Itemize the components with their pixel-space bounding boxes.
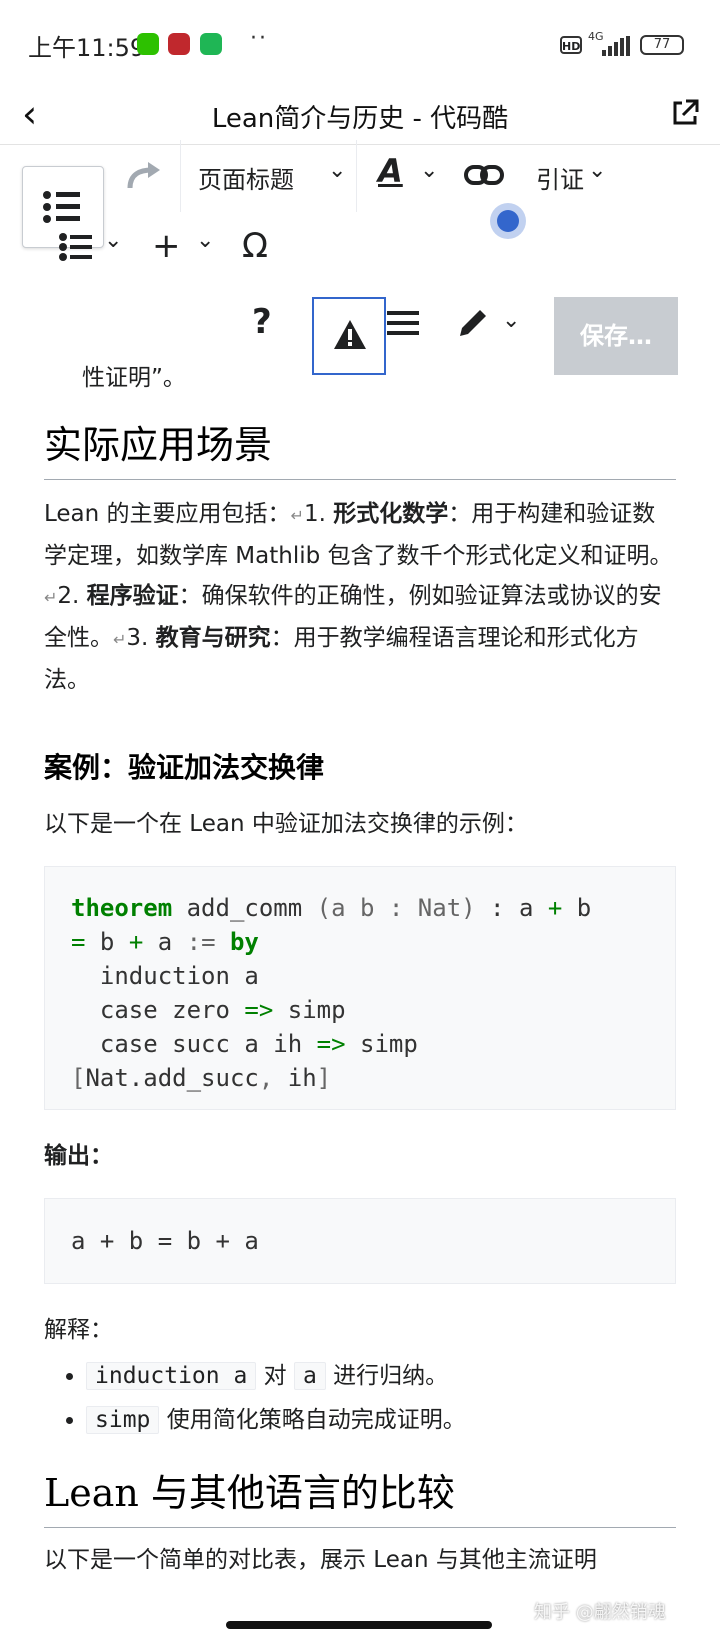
inline-code: induction a — [86, 1362, 257, 1390]
section-heading: Lean 与其他语言的比较 — [44, 1462, 676, 1528]
inline-code: simp — [86, 1406, 160, 1434]
code-operator: := — [186, 928, 216, 956]
code-keyword: by — [229, 928, 259, 956]
code-operator: => — [244, 996, 274, 1024]
status-bar: 上午11:59 ·· HD 4G 77 — [0, 0, 720, 88]
edit-icon[interactable] — [456, 306, 490, 340]
code-text: b — [562, 894, 592, 922]
special-char-icon[interactable]: Ω — [242, 226, 268, 266]
code-text: b — [85, 928, 129, 956]
insert-icon[interactable]: + — [152, 226, 181, 266]
apps-intro: Lean 的主要应用包括： — [44, 501, 291, 527]
explain-label: 解释： — [44, 1317, 113, 1343]
code-text: , — [258, 1064, 288, 1092]
text-style-icon[interactable]: A — [378, 152, 403, 190]
chevron-down-icon[interactable]: ⌄ — [502, 308, 520, 333]
chevron-down-icon[interactable]: ⌄ — [328, 158, 346, 183]
code-operator: + — [128, 928, 144, 956]
more-notifications-icon: ·· — [250, 26, 268, 51]
code-text: case succ a ih — [71, 1030, 317, 1058]
menu-icon[interactable] — [386, 308, 420, 338]
paragraph: Lean 的主要应用包括：↵1. 形式化数学：用于构建和验证数学定理，如数学库 … — [44, 494, 676, 700]
line-break-icon: ↵ — [113, 630, 127, 649]
code-text: add_comm — [172, 894, 317, 922]
external-link-icon[interactable] — [670, 98, 700, 128]
chevron-down-icon[interactable]: ⌄ — [588, 158, 606, 183]
code-text: ] — [316, 1064, 332, 1092]
redo-icon[interactable] — [126, 160, 164, 190]
subsection-heading: 案例：验证加法交换律 — [44, 751, 325, 784]
output-code-block: a + b = b + a — [44, 1198, 676, 1284]
list-item-text: 使用简化策略自动完成证明。 — [166, 1407, 466, 1433]
inline-code: a — [293, 1362, 326, 1390]
output-label: 输出： — [44, 1143, 113, 1169]
chevron-down-icon[interactable]: ⌄ — [196, 228, 214, 253]
toolbar-separator — [180, 140, 181, 212]
list-icon[interactable] — [58, 232, 94, 262]
code-text: simp — [273, 996, 346, 1024]
code-text: (a b : Nat) — [316, 894, 476, 922]
code-text: case zero — [71, 996, 245, 1024]
top-nav: ‹ Lean简介与历史 - 代码酷 — [0, 88, 720, 145]
section-heading: 实际应用场景 — [44, 414, 676, 480]
link-icon[interactable] — [464, 162, 504, 188]
code-line: theorem add_comm (a b : Nat) : a + b — [71, 891, 649, 925]
code-operator: = — [71, 928, 86, 956]
status-time: 上午11:59 — [28, 34, 146, 62]
list-item-text: 进行归纳。 — [333, 1363, 449, 1389]
hd-icon: HD — [560, 36, 582, 54]
list-number: 2. — [57, 583, 87, 609]
code-text: Nat.add_succ — [85, 1064, 259, 1092]
bold-term: 形式化数学 — [333, 501, 449, 527]
code-operator: => — [316, 1030, 346, 1058]
code-text: ih — [287, 1064, 317, 1092]
list-item-text: 对 — [263, 1363, 287, 1389]
article-content: 性证明”。 实际应用场景 Lean 的主要应用包括：↵1. 形式化数学：用于构建… — [44, 365, 676, 1580]
wechat-icon — [137, 33, 159, 55]
battery-icon: 77 — [640, 35, 684, 55]
cite-button[interactable]: 引证 — [536, 160, 584, 195]
phone-icon — [200, 33, 222, 55]
list-number: 3. — [126, 625, 156, 651]
code-keyword: theorem — [71, 894, 173, 922]
paragraph: 以下是一个在 Lean 中验证加法交换律的示例： — [44, 811, 528, 837]
chevron-down-icon[interactable]: ⌄ — [104, 228, 122, 253]
code-line: induction a — [71, 962, 259, 990]
code-block: theorem add_comm (a b : Nat) : a + b = b… — [44, 866, 676, 1110]
list-number: 1. — [303, 501, 334, 527]
signal-icon — [596, 36, 632, 56]
list-item: induction a 对 a 进行归纳。 — [86, 1354, 676, 1398]
page-title: Lean简介与历史 - 代码酷 — [211, 104, 509, 134]
warning-icon — [334, 320, 366, 349]
watermark: 知乎 @翩然销魂 — [534, 1602, 666, 1623]
code-line: [Nat.add_succ, ih] — [71, 1061, 649, 1095]
code-text: : a — [475, 894, 548, 922]
list-item: simp 使用简化策略自动完成证明。 — [86, 1398, 676, 1442]
bold-term: 教育与研究 — [155, 625, 271, 651]
chevron-down-icon[interactable]: ⌄ — [420, 158, 438, 183]
line-break-icon: ↵ — [290, 506, 304, 525]
previous-paragraph-tail: 性证明”。 — [82, 365, 186, 391]
line-break-icon: ↵ — [44, 588, 58, 607]
code-line: case succ a ih => simp — [71, 1027, 649, 1061]
toolbar-separator — [356, 140, 357, 212]
app-notification-icon — [168, 33, 190, 55]
explain-list: induction a 对 a 进行归纳。 simp 使用简化策略自动完成证明。 — [44, 1354, 676, 1442]
code-line: = b + a := by — [71, 925, 649, 959]
code-text: a — [143, 928, 187, 956]
paragraph: 以下是一个简单的对比表，展示 Lean 与其他主流证明 — [44, 1547, 597, 1573]
home-indicator[interactable] — [226, 1621, 492, 1629]
code-text: simp — [345, 1030, 418, 1058]
help-icon[interactable]: ? — [252, 302, 272, 342]
code-line: case zero => simp — [71, 993, 649, 1027]
code-operator: + — [547, 894, 563, 922]
cursor-handle[interactable] — [490, 203, 526, 239]
bold-term: 程序验证 — [86, 583, 179, 609]
code-text: [ — [71, 1064, 86, 1092]
heading-select[interactable]: 页面标题 — [198, 160, 294, 195]
